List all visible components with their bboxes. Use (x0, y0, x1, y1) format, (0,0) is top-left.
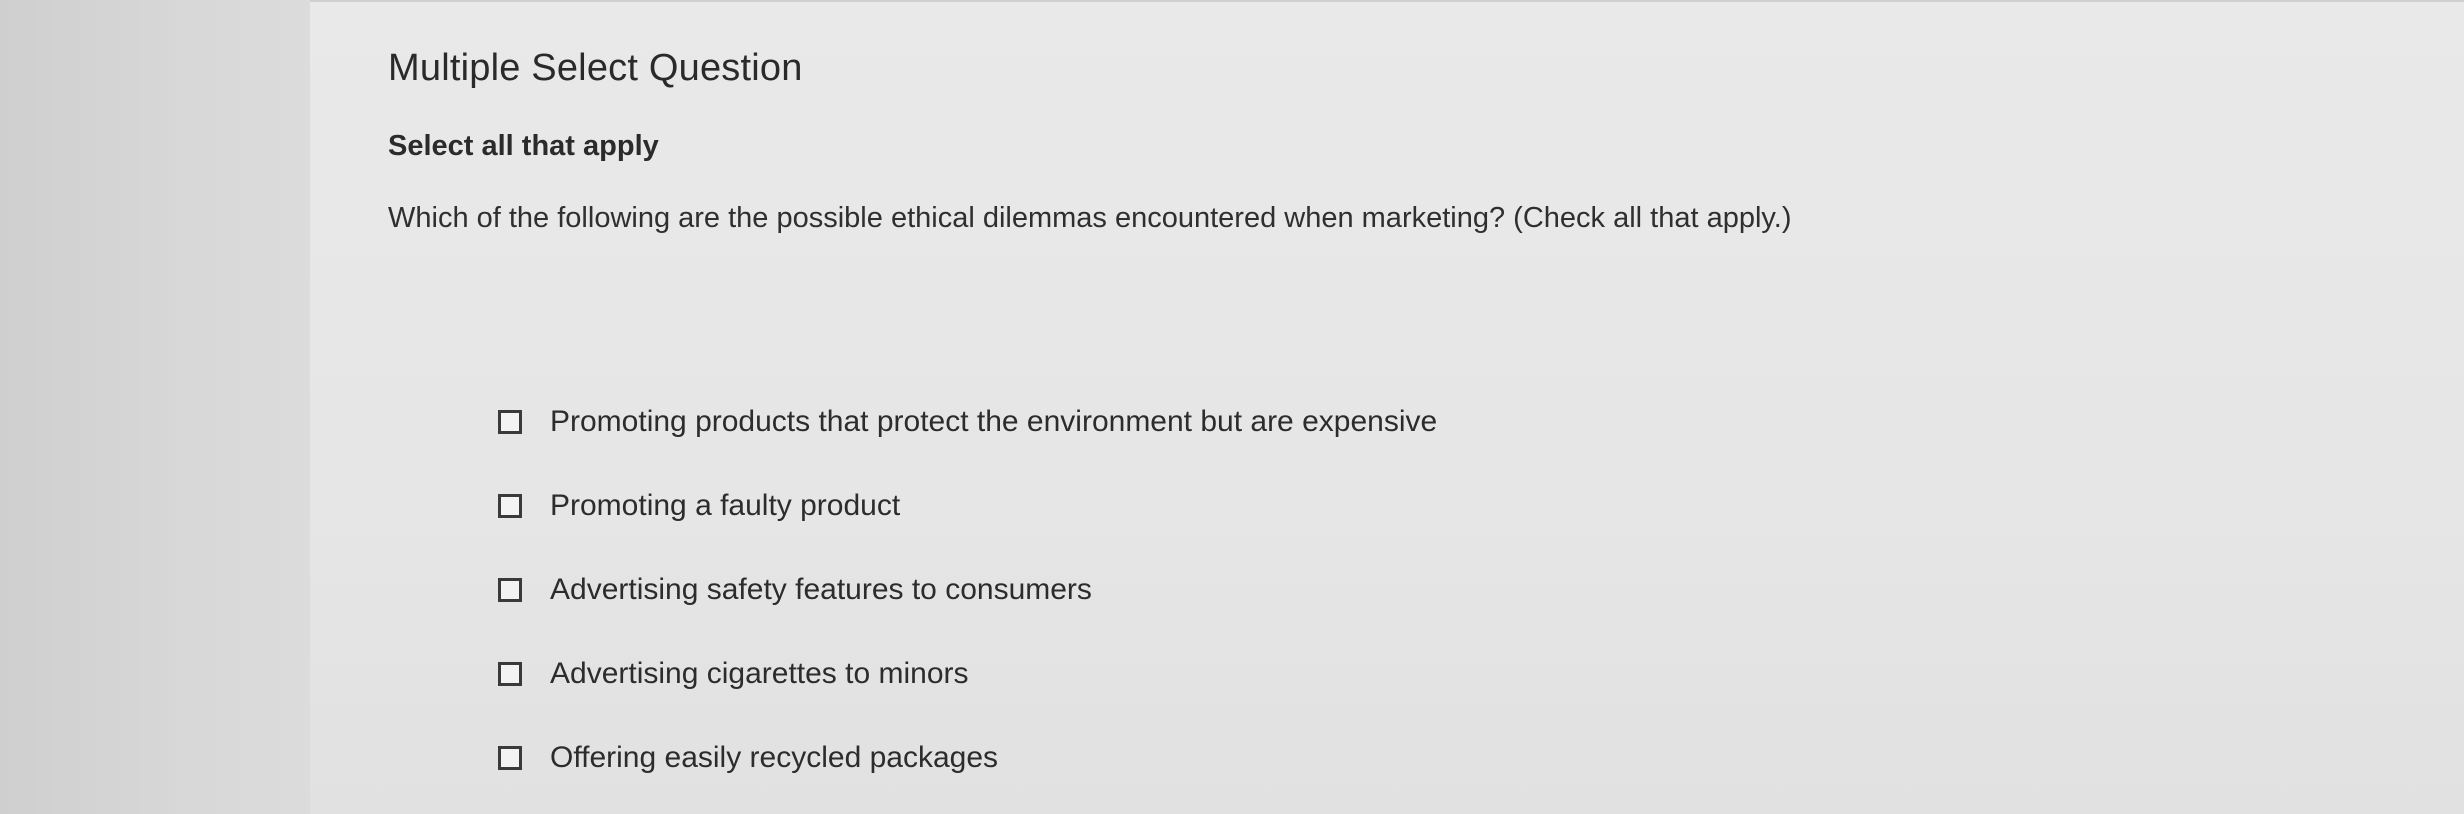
question-type-title: Multiple Select Question (388, 47, 803, 89)
option-checkbox[interactable] (498, 410, 522, 434)
option-label[interactable]: Advertising cigarettes to minors (550, 654, 969, 694)
question-content: Multiple Select Question Select all that… (388, 40, 2288, 240)
question-prompt: Which of the following are the possible … (388, 202, 1792, 234)
option-label[interactable]: Promoting products that protect the envi… (550, 402, 1437, 442)
answer-option[interactable]: Promoting products that protect the envi… (498, 380, 1898, 464)
option-checkbox[interactable] (498, 662, 522, 686)
answer-option[interactable]: Offering easily recycled packages (498, 716, 1898, 800)
option-checkbox[interactable] (498, 578, 522, 602)
option-label[interactable]: Advertising safety features to consumers (550, 570, 1092, 610)
answer-option[interactable]: Advertising cigarettes to minors (498, 632, 1898, 716)
option-label[interactable]: Promoting a faulty product (550, 486, 900, 526)
question-instruction: Select all that apply (388, 130, 659, 162)
answer-options: Promoting products that protect the envi… (498, 380, 1898, 800)
answer-option[interactable]: Promoting a faulty product (498, 464, 1898, 548)
option-label[interactable]: Offering easily recycled packages (550, 738, 998, 778)
option-checkbox[interactable] (498, 494, 522, 518)
answer-option[interactable]: Advertising safety features to consumers (498, 548, 1898, 632)
panel-top-border (310, 0, 2464, 2)
option-checkbox[interactable] (498, 746, 522, 770)
